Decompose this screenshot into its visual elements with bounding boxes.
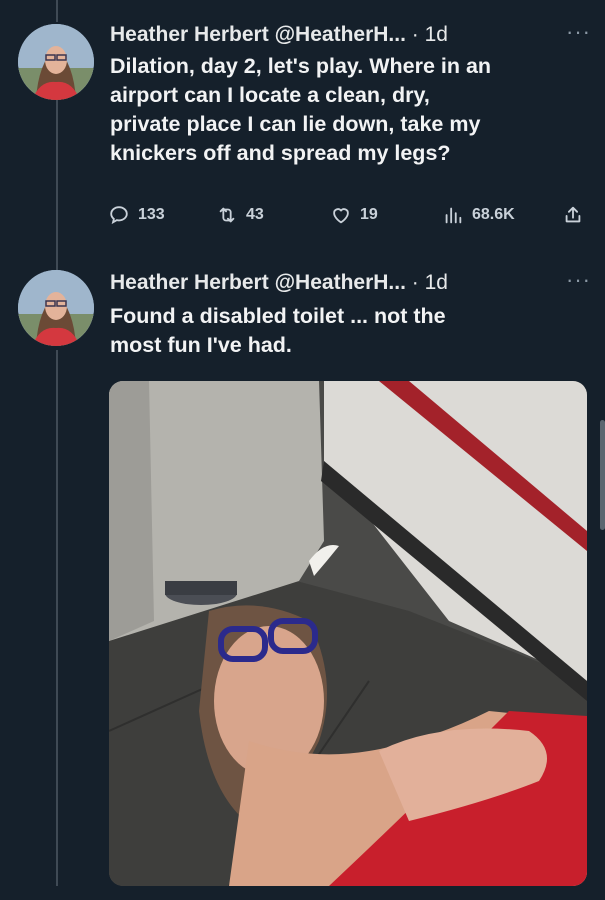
- tweet-header: Heather Herbert @HeatherH... · 1d: [110, 268, 448, 298]
- retweet-count: 43: [246, 206, 264, 223]
- tweet-photo[interactable]: [109, 381, 587, 886]
- author-name[interactable]: Heather Herbert: [110, 23, 269, 46]
- avatar[interactable]: [18, 270, 94, 346]
- author-name[interactable]: Heather Herbert: [110, 271, 269, 294]
- tweet-text: Found a disabled toilet ... not the most…: [110, 302, 580, 360]
- timestamp[interactable]: 1d: [425, 271, 448, 294]
- scrollbar-thumb[interactable]: [600, 420, 605, 530]
- retweet-icon: [219, 207, 235, 223]
- more-options-icon[interactable]: ···: [566, 20, 591, 50]
- photo-image: [109, 381, 587, 886]
- tweet-header: Heather Herbert @HeatherH... · 1d: [110, 20, 448, 50]
- view-count: 68.6K: [472, 206, 515, 223]
- like-count: 19: [360, 206, 378, 223]
- reply-icon: [110, 206, 128, 225]
- tweet-text-line: most fun I've had.: [110, 333, 292, 357]
- timestamp[interactable]: 1d: [425, 23, 448, 46]
- avatar-image: [18, 270, 94, 346]
- tweet-actions: 133 43 19 68.6K: [108, 200, 588, 230]
- reply-count: 133: [138, 206, 165, 223]
- heart-icon: [333, 208, 349, 224]
- share-icon: [565, 206, 581, 223]
- tweet[interactable]: Heather Herbert @HeatherH... · 1d ··· Di…: [0, 20, 605, 250]
- avatar[interactable]: [18, 24, 94, 100]
- tweet-text-line: Found a disabled toilet ... not the: [110, 304, 446, 328]
- tweet-text-line: private place I can lie down, take my: [110, 112, 481, 136]
- tweet-text-line: Dilation, day 2, let's play. Where in an: [110, 54, 492, 78]
- author-handle[interactable]: @HeatherH...: [275, 23, 406, 46]
- tweet-text-line: airport can I locate a clean, dry,: [110, 83, 430, 107]
- more-options-icon[interactable]: ···: [566, 268, 591, 298]
- author-handle[interactable]: @HeatherH...: [275, 271, 406, 294]
- thread-line-top: [56, 0, 58, 22]
- avatar-image: [18, 24, 94, 100]
- tweet-text-line: knickers off and spread my legs?: [110, 141, 451, 165]
- views-chart-icon: [445, 207, 462, 224]
- separator-dot: ·: [411, 271, 419, 294]
- tweet-text: Dilation, day 2, let's play. Where in an…: [110, 52, 580, 168]
- separator-dot: ·: [411, 23, 419, 46]
